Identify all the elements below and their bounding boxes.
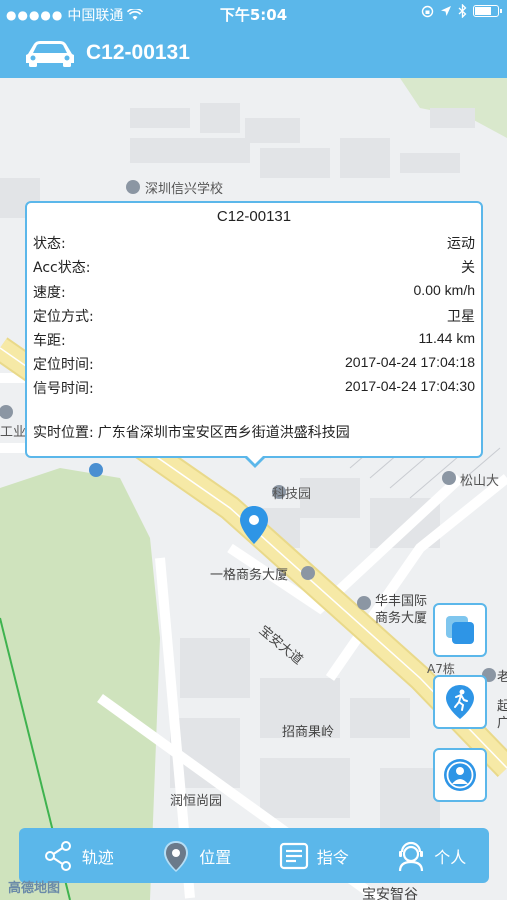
map-label-industry: 工业 — [0, 425, 27, 440]
layers-icon — [446, 616, 474, 644]
amap-logo: 高德地图 — [8, 881, 61, 896]
row-label: 信号时间: — [33, 381, 94, 397]
row-label: 定位方式: — [33, 309, 94, 325]
popup-row-distance: 车距: 11.44 km — [33, 330, 475, 350]
vehicle-info-popup[interactable]: C12-00131 状态: 运动 Acc状态: 关 速度: 0.00 km/h … — [25, 201, 483, 458]
popup-row-location-time: 定位时间: 2017-04-24 17:04:18 — [33, 354, 475, 374]
tab-label: 轨迹 — [81, 847, 114, 867]
tab-track[interactable]: 轨迹 — [19, 839, 137, 873]
user-icon — [399, 841, 424, 871]
page-title: C12-00131 — [86, 40, 190, 64]
map-label-edge-lao: 老 — [497, 670, 507, 685]
row-value: 关 — [461, 259, 475, 275]
row-value: 运动 — [447, 235, 475, 251]
popup-row-speed: 速度: 0.00 km/h — [33, 282, 475, 302]
header-bar: C12-00131 — [0, 27, 507, 78]
row-value: 0.00 km/h — [413, 282, 475, 298]
locate-vehicle-button[interactable] — [433, 675, 487, 729]
share-icon — [44, 840, 71, 871]
popup-row-acc: Acc状态: 关 — [33, 257, 475, 277]
map-label-huafeng-2: 商务大厦 — [375, 611, 428, 626]
tab-label: 位置 — [199, 847, 232, 867]
map-layers-button[interactable] — [433, 603, 487, 657]
location-arrow-icon — [441, 6, 451, 16]
row-label: 速度: — [33, 285, 66, 301]
user-location-button[interactable] — [433, 748, 487, 802]
tab-label: 个人 — [434, 847, 467, 867]
row-value: 11.44 km — [418, 330, 475, 346]
command-icon — [279, 842, 308, 869]
map-label-school: 深圳信兴学校 — [145, 182, 224, 197]
bluetooth-icon — [458, 4, 467, 18]
status-right — [421, 4, 502, 18]
row-value: 2017-04-24 17:04:18 — [345, 354, 475, 370]
popup-row-positioning: 定位方式: 卫星 — [33, 306, 475, 326]
row-label: 车距: — [33, 333, 66, 349]
row-label: Acc状态: — [33, 260, 91, 276]
tab-personal[interactable]: 个人 — [372, 839, 490, 873]
map-label-songshan: 松山大 — [460, 474, 500, 489]
running-pin-icon — [446, 685, 474, 719]
map-label-baoan-zhigu: 宝安智谷 — [362, 887, 418, 900]
tab-label: 指令 — [316, 847, 349, 867]
popup-pointer-fill — [246, 455, 264, 464]
address-label: 实时位置: — [33, 425, 94, 441]
map-label-runheng: 润恒尚园 — [170, 794, 223, 809]
status-bar: ●●●●● 中国联通 下午5:04 — [0, 0, 507, 27]
location-pin-icon — [164, 840, 189, 872]
tab-position[interactable]: 位置 — [137, 839, 255, 873]
row-label: 状态: — [33, 236, 66, 252]
popup-row-status: 状态: 运动 — [33, 233, 475, 253]
battery-icon — [473, 5, 502, 17]
car-icon — [26, 40, 74, 67]
bottom-tab-bar: 轨迹 位置 指令 个人 — [19, 828, 489, 883]
rotation-lock-icon — [421, 5, 434, 17]
popup-title: C12-00131 — [216, 208, 292, 225]
map-label-yige: 一格商务大厦 — [210, 568, 289, 583]
user-circle-icon — [444, 759, 476, 791]
row-label: 定位时间: — [33, 357, 94, 373]
popup-row-address: 实时位置: 广东省深圳市宝安区西乡街道洪盛科技园 — [33, 422, 475, 442]
map-label-zhaoshang: 招商果岭 — [282, 725, 335, 740]
row-value: 2017-04-24 17:04:30 — [345, 378, 475, 394]
row-value: 卫星 — [447, 308, 475, 324]
map-label-edge-guang: 广 — [497, 716, 507, 731]
map-label-tech-park: 科技园 — [272, 487, 312, 502]
tab-command[interactable]: 指令 — [254, 839, 372, 873]
address-value: 广东省深圳市宝安区西乡街道洪盛科技园 — [97, 425, 350, 441]
popup-row-signal-time: 信号时间: 2017-04-24 17:04:30 — [33, 378, 475, 398]
